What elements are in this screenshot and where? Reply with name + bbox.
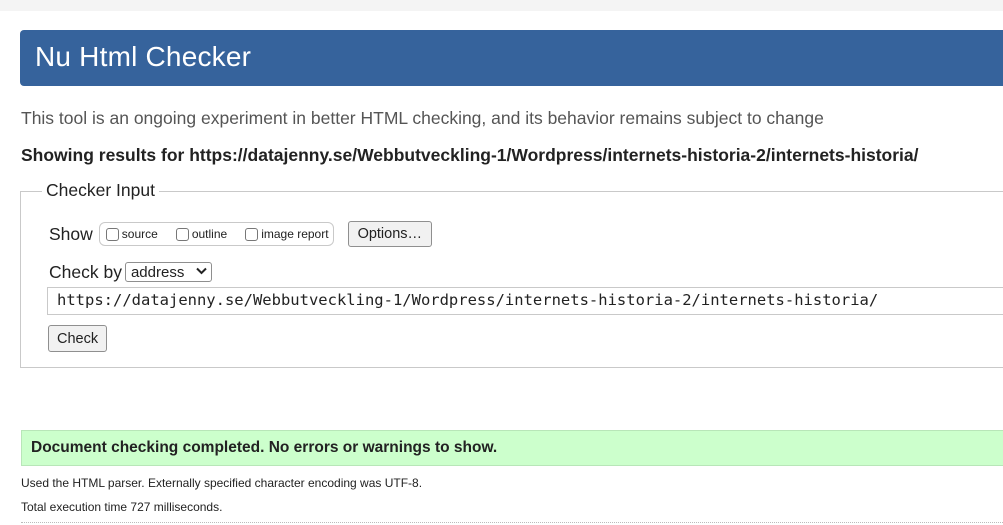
success-message: Document checking completed. No errors o… xyxy=(31,439,498,456)
check-by-selected-value: address xyxy=(130,263,185,281)
show-outline-label: outline xyxy=(191,227,228,241)
checkbox-icon[interactable] xyxy=(175,227,189,241)
success-message-box: Document checking completed. No errors o… xyxy=(21,430,1003,466)
tool-description: This tool is an ongoing experiment in be… xyxy=(21,108,824,128)
page: Nu Html Checker This tool is an ongoing … xyxy=(0,0,1003,525)
page-title: Nu Html Checker xyxy=(35,41,252,72)
checker-input-legend: Checker Input xyxy=(42,180,159,201)
check-by-select[interactable]: address xyxy=(124,262,213,282)
check-by-row: Check by address xyxy=(49,261,213,283)
options-button[interactable]: Options… xyxy=(347,221,433,247)
show-image-report-label: image report xyxy=(261,227,329,241)
show-source-label: source xyxy=(121,227,158,241)
check-by-label: Check by xyxy=(49,261,122,282)
show-image-report-checkbox[interactable]: image report xyxy=(245,227,329,241)
parser-info: Used the HTML parser. Externally specifi… xyxy=(21,476,423,490)
checkbox-icon[interactable] xyxy=(245,227,259,241)
results-for-url: Showing results for https://datajenny.se… xyxy=(21,145,919,165)
show-outline-checkbox[interactable]: outline xyxy=(175,227,228,241)
show-options-row: Show source outline image report Options… xyxy=(49,221,433,247)
page-header: Nu Html Checker xyxy=(20,30,1003,86)
check-button[interactable]: Check xyxy=(48,325,108,352)
checkbox-icon[interactable] xyxy=(105,227,119,241)
execution-time: Total execution time 727 milliseconds. xyxy=(21,500,223,514)
show-label: Show xyxy=(49,223,93,244)
show-source-checkbox[interactable]: source xyxy=(105,227,158,241)
chevron-down-icon xyxy=(196,266,208,278)
show-options-group: source outline image report xyxy=(98,222,334,246)
divider xyxy=(21,522,1003,523)
url-input[interactable]: https://datajenny.se/Webbutveckling-1/Wo… xyxy=(47,287,1003,315)
